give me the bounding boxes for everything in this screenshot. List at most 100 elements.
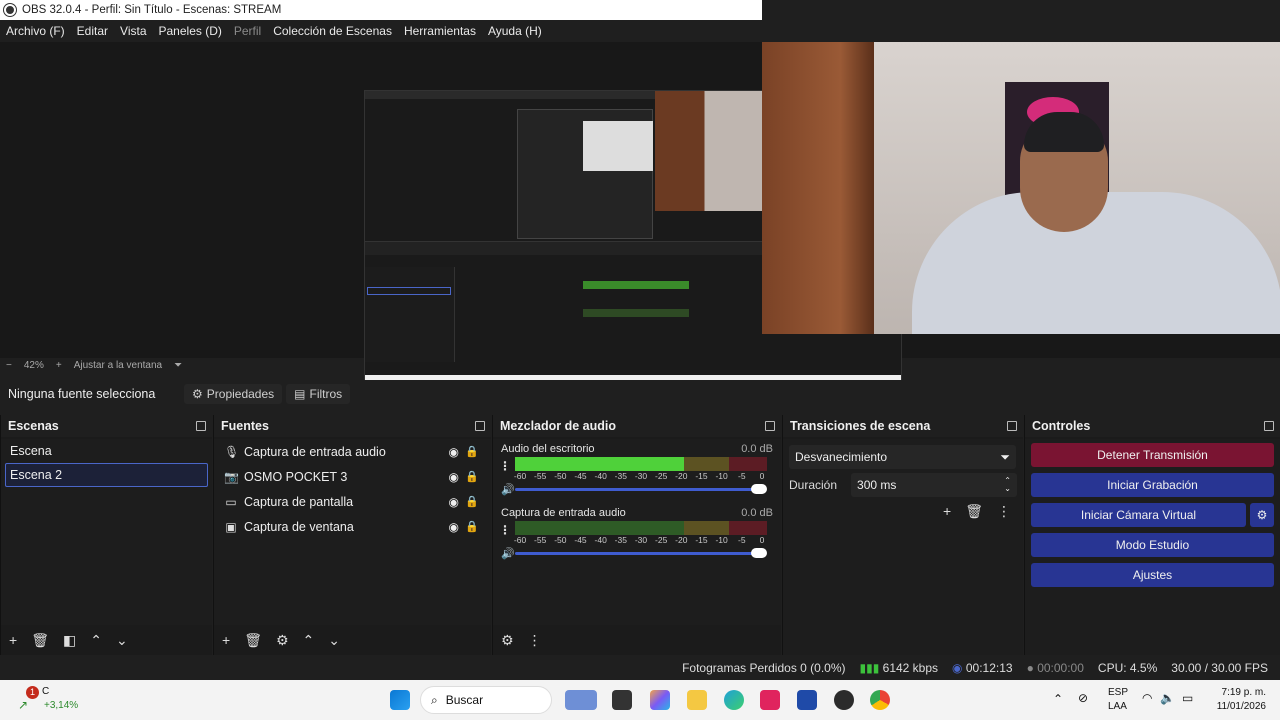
menu-docks[interactable]: Paneles (D) <box>153 24 228 38</box>
speaker-icon[interactable]: 🔊 <box>501 547 515 560</box>
lock-icon[interactable]: 🔒 <box>465 470 479 483</box>
fit-to-window-label[interactable]: Ajustar a la ventana <box>74 360 162 371</box>
arrow-up-icon[interactable]: ⌃ <box>303 632 315 649</box>
zoom-out-button[interactable]: − <box>6 360 12 371</box>
scene-item-selected[interactable]: Escena 2 <box>5 463 208 487</box>
clock-date[interactable]: 11/01/2026 <box>1210 701 1266 712</box>
source-item[interactable]: ▭ Captura de pantalla ◉ 🔒 <box>214 489 491 514</box>
more-icon[interactable]: ⋮ <box>499 459 511 473</box>
source-item[interactable]: ▣ Captura de ventana ◉ 🔒 <box>214 514 491 539</box>
menu-tools[interactable]: Herramientas <box>398 24 482 38</box>
properties-button[interactable]: ⚙ Propiedades <box>184 384 283 404</box>
record-time: ● 00:00:00 <box>1027 661 1084 675</box>
zoom-in-button[interactable]: + <box>56 360 62 371</box>
meter-tick-label: -10 <box>715 535 728 545</box>
stepper-arrows-icon[interactable]: ⌃ ⌄ <box>1004 477 1011 493</box>
menu-file[interactable]: Archivo (F) <box>0 24 71 38</box>
menu-edit[interactable]: Editar <box>71 24 114 38</box>
arrow-down-icon[interactable]: ⌄ <box>116 632 128 649</box>
slider-handle[interactable] <box>751 548 767 558</box>
scene-item[interactable]: Escena <box>1 439 212 463</box>
trash-icon[interactable]: 🗑 <box>965 503 983 520</box>
task-view-icon[interactable] <box>612 690 632 710</box>
gear-icon[interactable]: ⚙ <box>1250 503 1274 527</box>
volume-icon[interactable]: 🔈 <box>1160 691 1175 705</box>
menu-view[interactable]: Vista <box>114 24 152 38</box>
filters-button[interactable]: ▤ Filtros <box>286 384 351 404</box>
wifi-icon[interactable]: ◠ <box>1142 691 1152 705</box>
arrow-up-icon[interactable]: ⌃ <box>90 632 102 649</box>
weather-icon[interactable]: 1 ↗ <box>18 686 39 712</box>
stream-icon: ◉ <box>952 661 963 675</box>
keyboard-layout[interactable]: LAA <box>1108 701 1127 712</box>
transitions-title: Transiciones de escena <box>790 419 931 433</box>
mixer-title: Mezclador de audio <box>500 419 616 433</box>
windows-start-icon[interactable] <box>390 690 410 710</box>
battery-icon[interactable]: ▭ <box>1182 691 1193 705</box>
popout-icon[interactable] <box>475 421 485 431</box>
eye-icon[interactable]: ◉ <box>449 520 459 534</box>
menu-scene-collection[interactable]: Colección de Escenas <box>267 24 398 38</box>
add-icon[interactable]: + <box>9 632 17 648</box>
filter-icon[interactable]: ◧ <box>63 632 76 649</box>
tiktok-icon[interactable] <box>760 690 780 710</box>
popout-icon[interactable] <box>196 421 206 431</box>
menu-help[interactable]: Ayuda (H) <box>482 24 548 38</box>
add-icon[interactable]: + <box>222 632 230 648</box>
duration-stepper[interactable]: 300 ms ⌃ ⌄ <box>851 473 1017 497</box>
chevron-down-icon[interactable]: ⏷ <box>174 360 182 371</box>
eye-icon[interactable]: ◉ <box>449 445 459 459</box>
more-icon[interactable]: ⋮ <box>528 632 542 649</box>
lock-icon[interactable]: 🔒 <box>465 445 479 458</box>
title-bar: OBS 32.0.4 - Perfil: Sin Título - Escena… <box>0 0 762 20</box>
clock-time[interactable]: 7:19 p. m. <box>1210 687 1266 698</box>
file-explorer-icon[interactable] <box>687 690 707 710</box>
eye-icon[interactable]: ◉ <box>449 495 459 509</box>
popout-icon[interactable] <box>1007 421 1017 431</box>
virtual-camera-button[interactable]: Iniciar Cámara Virtual <box>1031 503 1246 527</box>
lock-icon[interactable]: 🔒 <box>465 495 479 508</box>
search-highlight-icon[interactable] <box>565 690 597 710</box>
transition-select[interactable]: Desvanecimiento ⏷ <box>789 445 1016 469</box>
add-icon[interactable]: + <box>943 503 951 520</box>
speaker-icon[interactable]: 🔊 <box>501 483 515 496</box>
volume-slider[interactable]: 🔊 <box>501 483 767 496</box>
source-item[interactable]: 📷 OSMO POCKET 3 ◉ 🔒 <box>214 464 491 489</box>
store-icon[interactable] <box>797 690 817 710</box>
popout-icon[interactable] <box>1264 421 1274 431</box>
microphone-icon: 🎙 <box>224 444 240 459</box>
menu-profile[interactable]: Perfil <box>228 24 267 38</box>
no-notifications-icon[interactable]: ⊘ <box>1078 691 1088 705</box>
meter-tick-label: -10 <box>715 471 728 481</box>
start-record-button[interactable]: Iniciar Grabación <box>1031 473 1274 497</box>
slider-handle[interactable] <box>751 484 767 494</box>
studio-mode-button[interactable]: Modo Estudio <box>1031 533 1274 557</box>
popout-icon[interactable] <box>765 421 775 431</box>
copilot-icon[interactable] <box>650 690 670 710</box>
meter-scale: -60 -55 -50 -45 -40 -35 -30 -25 -20 -15 -10 -5 0 <box>514 471 767 481</box>
meter-tick-label: -30 <box>634 471 648 481</box>
lock-icon[interactable]: 🔒 <box>465 520 479 533</box>
taskbar-search[interactable]: ⌕ Buscar <box>420 686 552 714</box>
trash-icon[interactable]: 🗑 <box>244 632 262 649</box>
edge-icon[interactable] <box>724 690 744 710</box>
obs-taskbar-icon[interactable] <box>834 690 854 710</box>
meter-tick-label: -60 <box>513 535 527 545</box>
trash-icon[interactable]: 🗑 <box>31 632 49 649</box>
more-icon[interactable]: ⋮ <box>997 503 1011 520</box>
settings-button[interactable]: Ajustes <box>1031 563 1274 587</box>
stop-stream-button[interactable]: Detener Transmisión <box>1031 443 1274 467</box>
source-item[interactable]: 🎙 Captura de entrada audio ◉ 🔒 <box>214 439 491 464</box>
more-icon[interactable]: ⋮ <box>499 523 511 537</box>
windows-taskbar: 1 ↗ C +3,14% ⌕ Buscar ⌃ ⊘ ESP LAA ◠ 🔈 ▭ … <box>0 680 1280 720</box>
gear-icon[interactable]: ⚙ <box>276 632 289 649</box>
chevron-up-icon[interactable]: ⌃ <box>1053 692 1063 706</box>
preview-canvas[interactable] <box>0 42 1280 395</box>
chrome-icon[interactable] <box>870 690 890 710</box>
arrow-down-icon[interactable]: ⌄ <box>328 632 340 649</box>
search-icon: ⌕ <box>431 692 438 707</box>
mixer-settings-icon[interactable]: ⚙ <box>501 632 514 649</box>
volume-slider[interactable]: 🔊 <box>501 547 767 560</box>
language-indicator[interactable]: ESP <box>1108 687 1128 698</box>
eye-icon[interactable]: ◉ <box>449 470 459 484</box>
